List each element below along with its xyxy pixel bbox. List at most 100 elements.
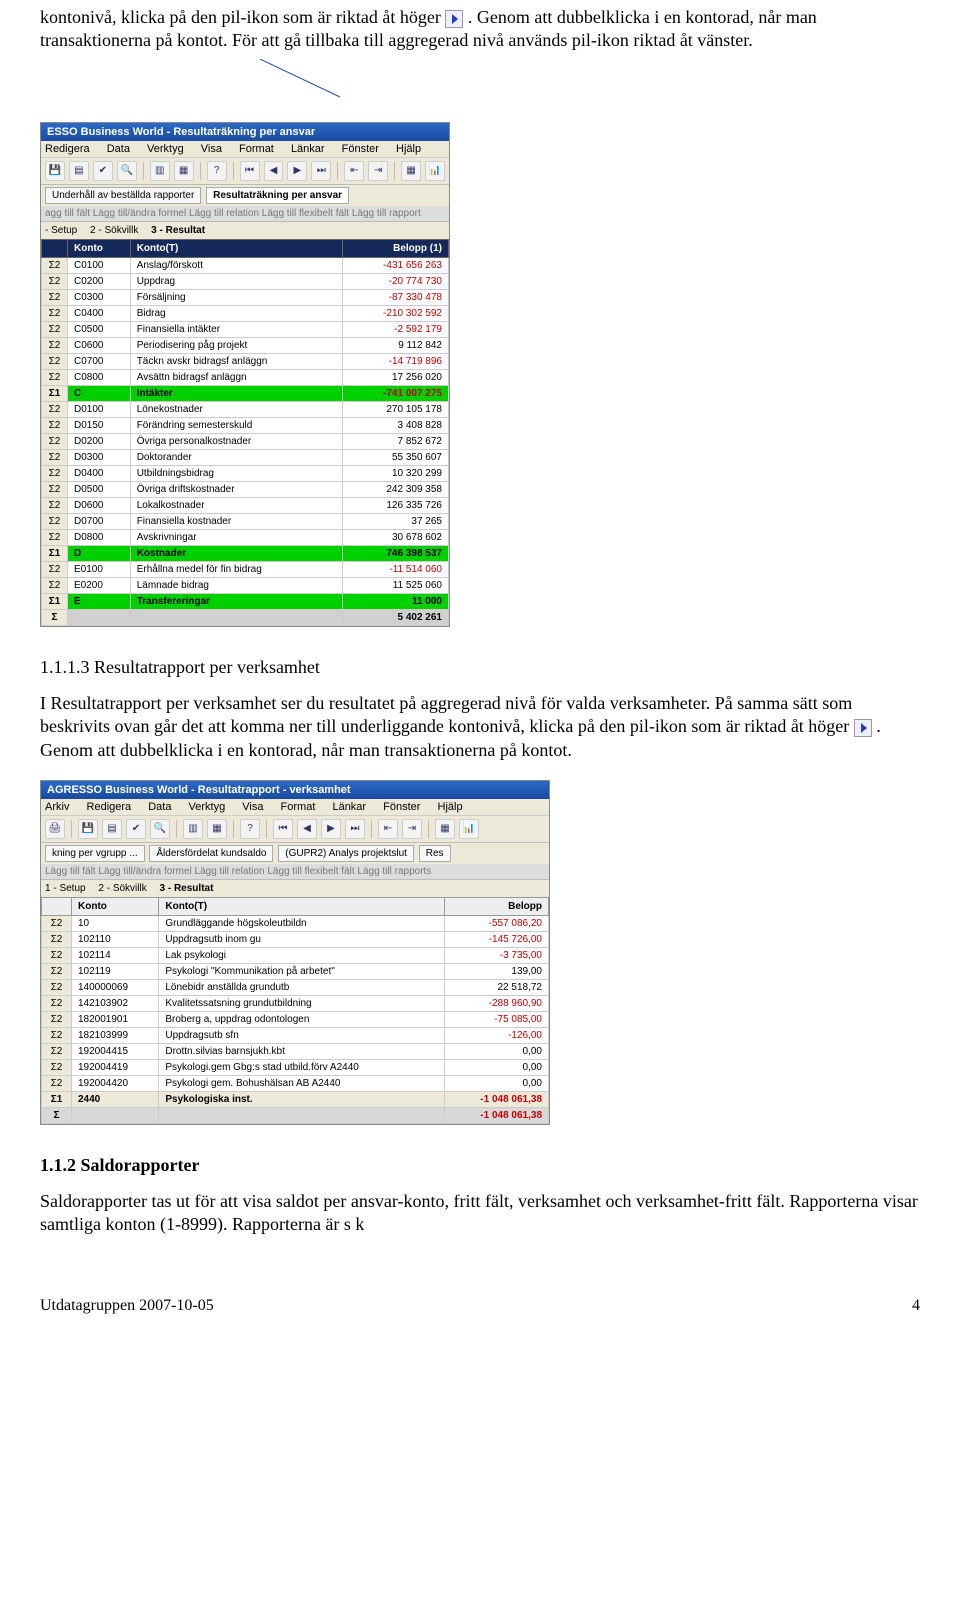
result-table-2[interactable]: Konto Konto(T) Belopp Σ210Grundläggande … xyxy=(41,897,549,1124)
table-row[interactable]: Σ2D0700Finansiella kostnader37 265 xyxy=(42,513,449,529)
indent-left-icon[interactable]: ⇤ xyxy=(344,161,364,181)
menu-verktyg[interactable]: Verktyg xyxy=(147,143,184,155)
table-row[interactable]: Σ2C0600Periodisering påg projekt9 112 84… xyxy=(42,337,449,353)
table-row[interactable]: Σ5 402 261 xyxy=(42,609,449,625)
search-icon[interactable]: 🔍 xyxy=(150,819,170,839)
col-belopp[interactable]: Belopp xyxy=(445,897,549,915)
search-icon[interactable]: 🔍 xyxy=(117,161,137,181)
tab-alders[interactable]: Åldersfördelat kundsaldo xyxy=(149,845,273,862)
prev-icon[interactable]: ◀ xyxy=(264,161,284,181)
table-row[interactable]: Σ2192004419Psykologi.gem Gbg:s stad utbi… xyxy=(42,1059,549,1075)
help-icon[interactable]: ? xyxy=(240,819,260,839)
table-row[interactable]: Σ2102110Uppdragsutb inom gu-145 726,00 xyxy=(42,931,549,947)
menu-fonster[interactable]: Fönster xyxy=(383,801,420,813)
indent-left-icon[interactable]: ⇤ xyxy=(378,819,398,839)
menu-redigera[interactable]: Redigera xyxy=(87,801,132,813)
tab-gupr2[interactable]: (GUPR2) Analys projektslut xyxy=(278,845,414,862)
subtab-setup[interactable]: - Setup xyxy=(45,225,77,236)
menu-data[interactable]: Data xyxy=(107,143,130,155)
subtab-sokvillk[interactable]: 2 - Sökvillk xyxy=(90,225,138,236)
menu-redigera[interactable]: Redigera xyxy=(45,143,90,155)
tab-res[interactable]: Res xyxy=(419,845,451,862)
grid-icon[interactable]: ▦ xyxy=(435,819,455,839)
print-icon[interactable]: 🖨 xyxy=(45,819,65,839)
table-row[interactable]: Σ2D0800Avskrivningar30 678 602 xyxy=(42,529,449,545)
prev-icon[interactable]: ◀ xyxy=(297,819,317,839)
menu-format[interactable]: Format xyxy=(239,143,274,155)
book-icon[interactable]: ▤ xyxy=(102,819,122,839)
table-row[interactable]: Σ2D0150Förändring semesterskuld3 408 828 xyxy=(42,417,449,433)
last-icon[interactable]: ⏭ xyxy=(345,819,365,839)
menu-hjalp[interactable]: Hjälp xyxy=(396,143,421,155)
col-kontot[interactable]: Konto(T) xyxy=(159,897,445,915)
menu-fonster[interactable]: Fönster xyxy=(342,143,379,155)
table-row[interactable]: Σ2C0800Avsättn bidragsf anläggn17 256 02… xyxy=(42,369,449,385)
table-row[interactable]: Σ2182103999Uppdragsutb sfn-126,00 xyxy=(42,1027,549,1043)
col-konto[interactable]: Konto xyxy=(72,897,159,915)
first-icon[interactable]: ⏮ xyxy=(240,161,260,181)
menu-hjalp[interactable]: Hjälp xyxy=(438,801,463,813)
result-table[interactable]: Konto Konto(T) Belopp (1) Σ2C0100Anslag/… xyxy=(41,239,449,626)
table-row[interactable]: Σ2D0200Övriga personalkostnader7 852 672 xyxy=(42,433,449,449)
check-icon[interactable]: ✔ xyxy=(93,161,113,181)
chart-icon[interactable]: 📊 xyxy=(459,819,479,839)
field-bar[interactable]: agg till fält Lägg till/ändra formel Läg… xyxy=(41,206,449,222)
save-icon[interactable]: 💾 xyxy=(78,819,98,839)
indent-right-icon[interactable]: ⇥ xyxy=(368,161,388,181)
table-row[interactable]: Σ2C0400Bidrag-210 302 592 xyxy=(42,305,449,321)
menubar[interactable]: Redigera Data Verktyg Visa Format Länkar… xyxy=(41,141,449,158)
table-row[interactable]: Σ1CIntäkter-741 007 275 xyxy=(42,385,449,401)
menu-lankar[interactable]: Länkar xyxy=(291,143,325,155)
grid-icon[interactable]: ▦ xyxy=(401,161,421,181)
col-sigma[interactable] xyxy=(42,239,68,257)
help-icon[interactable]: ? xyxy=(207,161,227,181)
next-icon[interactable]: ▶ xyxy=(287,161,307,181)
menu-format[interactable]: Format xyxy=(281,801,316,813)
table-row[interactable]: Σ2C0300Försäljning-87 330 478 xyxy=(42,289,449,305)
table-row[interactable]: Σ2D0400Utbildningsbidrag10 320 299 xyxy=(42,465,449,481)
menu-arkiv[interactable]: Arkiv xyxy=(45,801,69,813)
col-sigma[interactable] xyxy=(42,897,72,915)
subtab-resultat[interactable]: 3 - Resultat xyxy=(160,883,214,894)
tool-a-icon[interactable]: ▥ xyxy=(150,161,170,181)
table-row[interactable]: Σ2102114Lak psykologi-3 735,00 xyxy=(42,947,549,963)
table-row[interactable]: Σ2142103902Kvalitetssatsning grundutbild… xyxy=(42,995,549,1011)
next-icon[interactable]: ▶ xyxy=(321,819,341,839)
table-row[interactable]: Σ2D0300Doktorander55 350 607 xyxy=(42,449,449,465)
field-bar-2[interactable]: Lägg till fält Lägg till/ändra formel Lä… xyxy=(41,864,549,880)
indent-right-icon[interactable]: ⇥ xyxy=(402,819,422,839)
table-row[interactable]: Σ210Grundläggande högskoleutbildn-557 08… xyxy=(42,915,549,931)
menu-visa[interactable]: Visa xyxy=(242,801,263,813)
tool-b-icon[interactable]: ▦ xyxy=(207,819,227,839)
book-icon[interactable]: ▤ xyxy=(69,161,89,181)
first-icon[interactable]: ⏮ xyxy=(273,819,293,839)
menu-verktyg[interactable]: Verktyg xyxy=(189,801,226,813)
menu-visa[interactable]: Visa xyxy=(201,143,222,155)
table-row[interactable]: Σ2102119Psykologi "Kommunikation på arbe… xyxy=(42,963,549,979)
chart-icon[interactable]: 📊 xyxy=(425,161,445,181)
tab-kning[interactable]: kning per vgrupp ... xyxy=(45,845,145,862)
menu-data[interactable]: Data xyxy=(148,801,171,813)
save-icon[interactable]: 💾 xyxy=(45,161,65,181)
table-row[interactable]: Σ2C0700Täckn avskr bidragsf anläggn-14 7… xyxy=(42,353,449,369)
subtab-resultat[interactable]: 3 - Resultat xyxy=(151,225,205,236)
table-row[interactable]: Σ12440Psykologiska inst.-1 048 061,38 xyxy=(42,1091,549,1107)
last-icon[interactable]: ⏭ xyxy=(311,161,331,181)
table-row[interactable]: Σ2D0500Övriga driftskostnader242 309 358 xyxy=(42,481,449,497)
menubar-2[interactable]: Arkiv Redigera Data Verktyg Visa Format … xyxy=(41,799,549,816)
menu-lankar[interactable]: Länkar xyxy=(332,801,366,813)
table-row[interactable]: Σ2182001901Broberg a, uppdrag odontologe… xyxy=(42,1011,549,1027)
tool-b-icon[interactable]: ▦ xyxy=(174,161,194,181)
table-row[interactable]: Σ1DKostnader746 398 537 xyxy=(42,545,449,561)
col-kontot[interactable]: Konto(T) xyxy=(130,239,342,257)
col-belopp[interactable]: Belopp (1) xyxy=(342,239,448,257)
table-row[interactable]: Σ2C0100Anslag/förskott-431 656 263 xyxy=(42,257,449,273)
tab-underhall[interactable]: Underhåll av beställda rapporter xyxy=(45,187,201,204)
table-row[interactable]: Σ1ETransfereringar11 000 xyxy=(42,593,449,609)
table-row[interactable]: Σ2C0200Uppdrag-20 774 730 xyxy=(42,273,449,289)
col-konto[interactable]: Konto xyxy=(68,239,131,257)
subtab-setup[interactable]: 1 - Setup xyxy=(45,883,86,894)
table-row[interactable]: Σ2192004415Drottn.silvias barnsjukh.kbt0… xyxy=(42,1043,549,1059)
table-row[interactable]: Σ-1 048 061,38 xyxy=(42,1107,549,1123)
tool-a-icon[interactable]: ▥ xyxy=(183,819,203,839)
